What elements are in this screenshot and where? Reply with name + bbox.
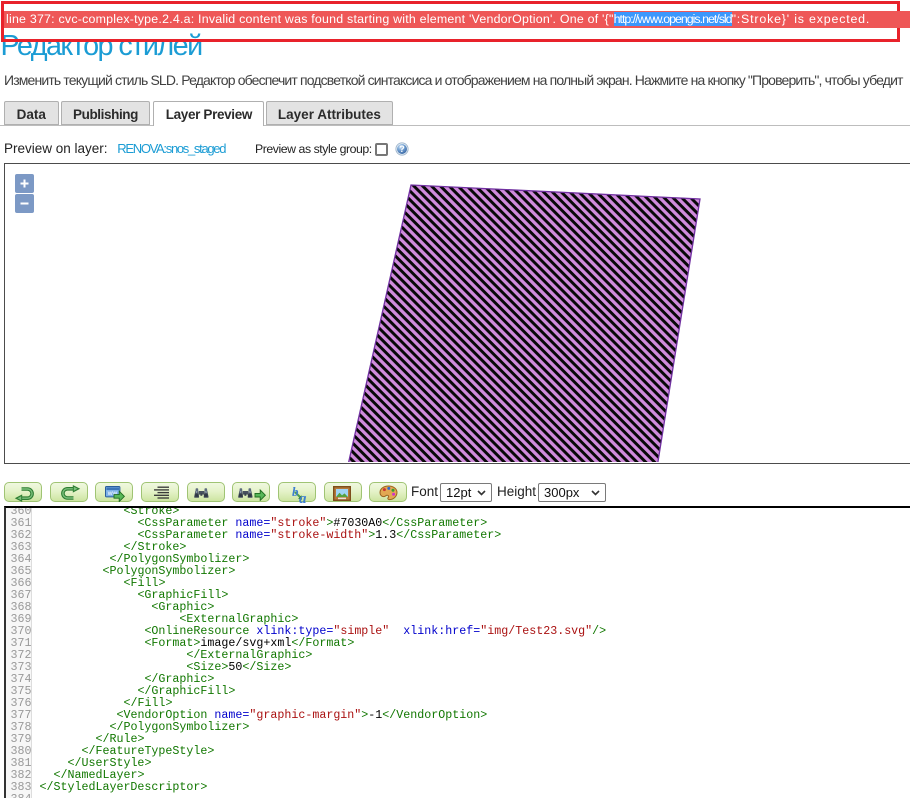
svg-text:b: b bbox=[292, 484, 299, 499]
svg-text:a: a bbox=[299, 491, 307, 503]
svg-text:?: ? bbox=[399, 144, 405, 154]
